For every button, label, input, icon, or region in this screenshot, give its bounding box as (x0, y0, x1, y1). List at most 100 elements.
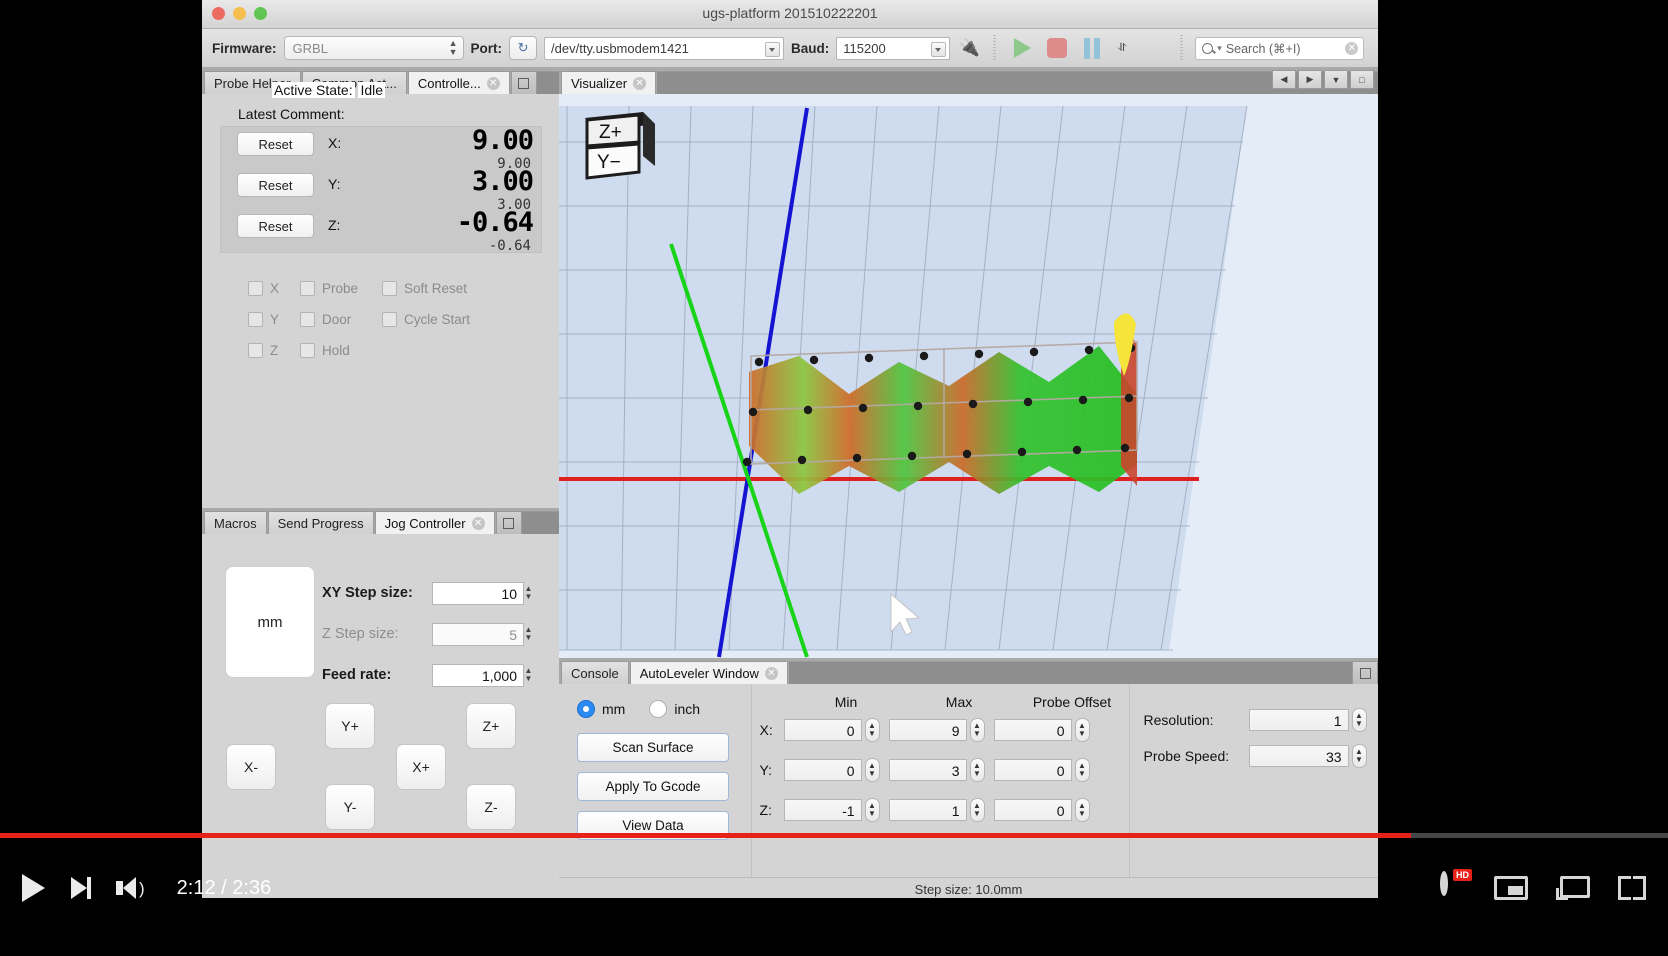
tab-console[interactable]: Console (561, 661, 629, 684)
toolbar-overflow-button[interactable]: ⥯ (1113, 36, 1131, 60)
controller-panel: Probe Helper Common Act... Controlle... … (202, 68, 559, 508)
jog-z-minus-button[interactable]: Z- (466, 784, 516, 830)
video-time-display: 2:12 / 2:36 (176, 876, 272, 899)
xy-step-stepper[interactable]: ▲ ▼ (522, 582, 535, 603)
xy-step-input[interactable]: 10 (432, 582, 524, 605)
radio-dot-selected (577, 700, 595, 718)
radio-mm[interactable]: mm (577, 700, 625, 718)
play-button[interactable] (22, 874, 45, 902)
units-display[interactable]: mm (225, 566, 315, 678)
z-min-stepper[interactable]: ▲ ▼ (864, 798, 880, 822)
jog-y-minus-button[interactable]: Y- (325, 784, 375, 830)
z-max-stepper[interactable]: ▲ ▼ (969, 798, 985, 822)
checkbox-door[interactable]: Door (300, 312, 382, 327)
feed-rate-stepper[interactable]: ▲ ▼ (522, 664, 535, 685)
scan-surface-button[interactable]: Scan Surface (577, 733, 729, 762)
x-offset-input[interactable]: 0 (993, 719, 1072, 741)
checkbox-probe[interactable]: Probe (300, 281, 382, 296)
checkbox-z[interactable]: Z (248, 343, 300, 358)
tab-macros[interactable]: Macros (204, 511, 267, 534)
stop-button[interactable] (1043, 36, 1071, 60)
baud-select[interactable]: 115200 (836, 36, 951, 60)
video-controls: ) 2:12 / 2:36 HD (0, 860, 1668, 916)
checkbox-y[interactable]: Y (248, 312, 300, 327)
minimize-panel-button[interactable] (510, 71, 537, 94)
miniplayer-button[interactable] (1494, 876, 1528, 900)
refresh-ports-button[interactable]: ↻ (509, 36, 538, 60)
next-video-button[interactable] (71, 877, 91, 899)
port-select[interactable]: /dev/tty.usbmodem1421 (544, 36, 785, 60)
x-max-input[interactable]: 9 (888, 719, 967, 741)
connect-button[interactable]: 🔌 (957, 36, 981, 60)
close-icon[interactable]: ✕ (633, 76, 647, 90)
pause-button[interactable] (1078, 36, 1106, 60)
fullscreen-button[interactable] (1618, 876, 1646, 900)
y-offset-input[interactable]: 0 (993, 759, 1072, 781)
close-icon[interactable]: ✕ (764, 666, 778, 680)
minimize-panel-button[interactable] (495, 511, 522, 534)
port-value: /dev/tty.usbmodem1421 (551, 40, 689, 56)
y-max-stepper[interactable]: ▲ ▼ (969, 758, 985, 782)
nav-right-icon[interactable]: ▶ (1298, 70, 1322, 89)
firmware-select[interactable]: GRBL ▲ ▼ (283, 36, 464, 60)
jog-y-plus-button[interactable]: Y+ (325, 703, 375, 749)
checkbox-label: Soft Reset (404, 281, 468, 296)
baud-value: 115200 (843, 40, 886, 56)
tab-visualizer[interactable]: Visualizer ✕ (561, 71, 657, 94)
visualizer-canvas[interactable]: Z+ Y− (559, 94, 1378, 658)
resolution-stepper[interactable]: ▲ ▼ (1351, 708, 1367, 732)
probe-speed-input[interactable]: 33 (1248, 745, 1349, 767)
z-step-stepper[interactable]: ▲ ▼ (522, 623, 535, 644)
tab-controller-state[interactable]: Controlle... ✕ (407, 71, 510, 94)
z-step-input[interactable]: 5 (432, 623, 524, 646)
z-min-input[interactable]: -1 (783, 799, 862, 821)
radio-inch[interactable]: inch (649, 700, 700, 718)
volume-button[interactable]: ) (116, 877, 145, 899)
clear-icon[interactable]: ✕ (1345, 41, 1359, 55)
nav-maximize-icon[interactable]: □ (1350, 70, 1374, 89)
x-min-input[interactable]: 0 (783, 719, 862, 741)
probe-speed-stepper[interactable]: ▲ ▼ (1351, 744, 1367, 768)
reset-z-button[interactable]: Reset (237, 214, 314, 238)
checkbox-soft-reset[interactable]: Soft Reset (382, 281, 467, 296)
resolution-input[interactable]: 1 (1248, 709, 1349, 731)
x-min-stepper[interactable]: ▲ ▼ (864, 718, 880, 742)
tab-autoleveler-window[interactable]: AutoLeveler Window ✕ (629, 661, 788, 684)
close-icon[interactable]: ✕ (471, 516, 485, 530)
search-input[interactable]: ▾ Search (⌘+I) ✕ (1195, 36, 1365, 60)
send-button[interactable] (1008, 36, 1036, 60)
z-offset-input[interactable]: 0 (993, 799, 1072, 821)
reset-x-button[interactable]: Reset (237, 132, 314, 156)
apply-to-gcode-button[interactable]: Apply To Gcode (577, 772, 729, 801)
tab-send-progress[interactable]: Send Progress (267, 511, 374, 534)
cast-button[interactable] (1556, 876, 1590, 900)
close-icon[interactable]: ✕ (486, 76, 500, 90)
checkbox-x[interactable]: X (248, 281, 300, 296)
nav-dropdown-icon[interactable]: ▼ (1324, 70, 1348, 89)
y-max-input[interactable]: 3 (888, 759, 967, 781)
minimize-panel-button[interactable] (1352, 661, 1378, 684)
z-offset-stepper[interactable]: ▲ ▼ (1074, 798, 1090, 822)
visualizer-nav-buttons: ◀ ▶ ▼ □ (1272, 70, 1374, 89)
x-max-stepper[interactable]: ▲ ▼ (969, 718, 985, 742)
jog-x-plus-button[interactable]: X+ (396, 744, 446, 790)
x-offset-stepper[interactable]: ▲ ▼ (1074, 718, 1090, 742)
jog-x-minus-button[interactable]: X- (226, 744, 276, 790)
checkbox-cycle-start[interactable]: Cycle Start (382, 312, 470, 327)
video-progress-bar[interactable] (0, 833, 1668, 838)
nav-left-icon[interactable]: ◀ (1272, 70, 1296, 89)
settings-button[interactable]: HD (1440, 869, 1472, 901)
y-min-stepper[interactable]: ▲ ▼ (864, 758, 880, 782)
y-min-input[interactable]: 0 (783, 759, 862, 781)
chevron-down-icon[interactable] (765, 41, 781, 57)
tab-jog-controller[interactable]: Jog Controller ✕ (374, 511, 495, 534)
jog-button-label: X- (244, 759, 258, 775)
feed-rate-input[interactable]: 1,000 (432, 664, 524, 687)
z-max-input[interactable]: 1 (888, 799, 967, 821)
jog-z-plus-button[interactable]: Z+ (466, 703, 516, 749)
orientation-cube[interactable]: Z+ Y− (581, 108, 659, 186)
chevron-down-icon[interactable] (931, 41, 947, 57)
y-offset-stepper[interactable]: ▲ ▼ (1074, 758, 1090, 782)
reset-y-button[interactable]: Reset (237, 173, 314, 197)
checkbox-hold[interactable]: Hold (300, 343, 382, 358)
